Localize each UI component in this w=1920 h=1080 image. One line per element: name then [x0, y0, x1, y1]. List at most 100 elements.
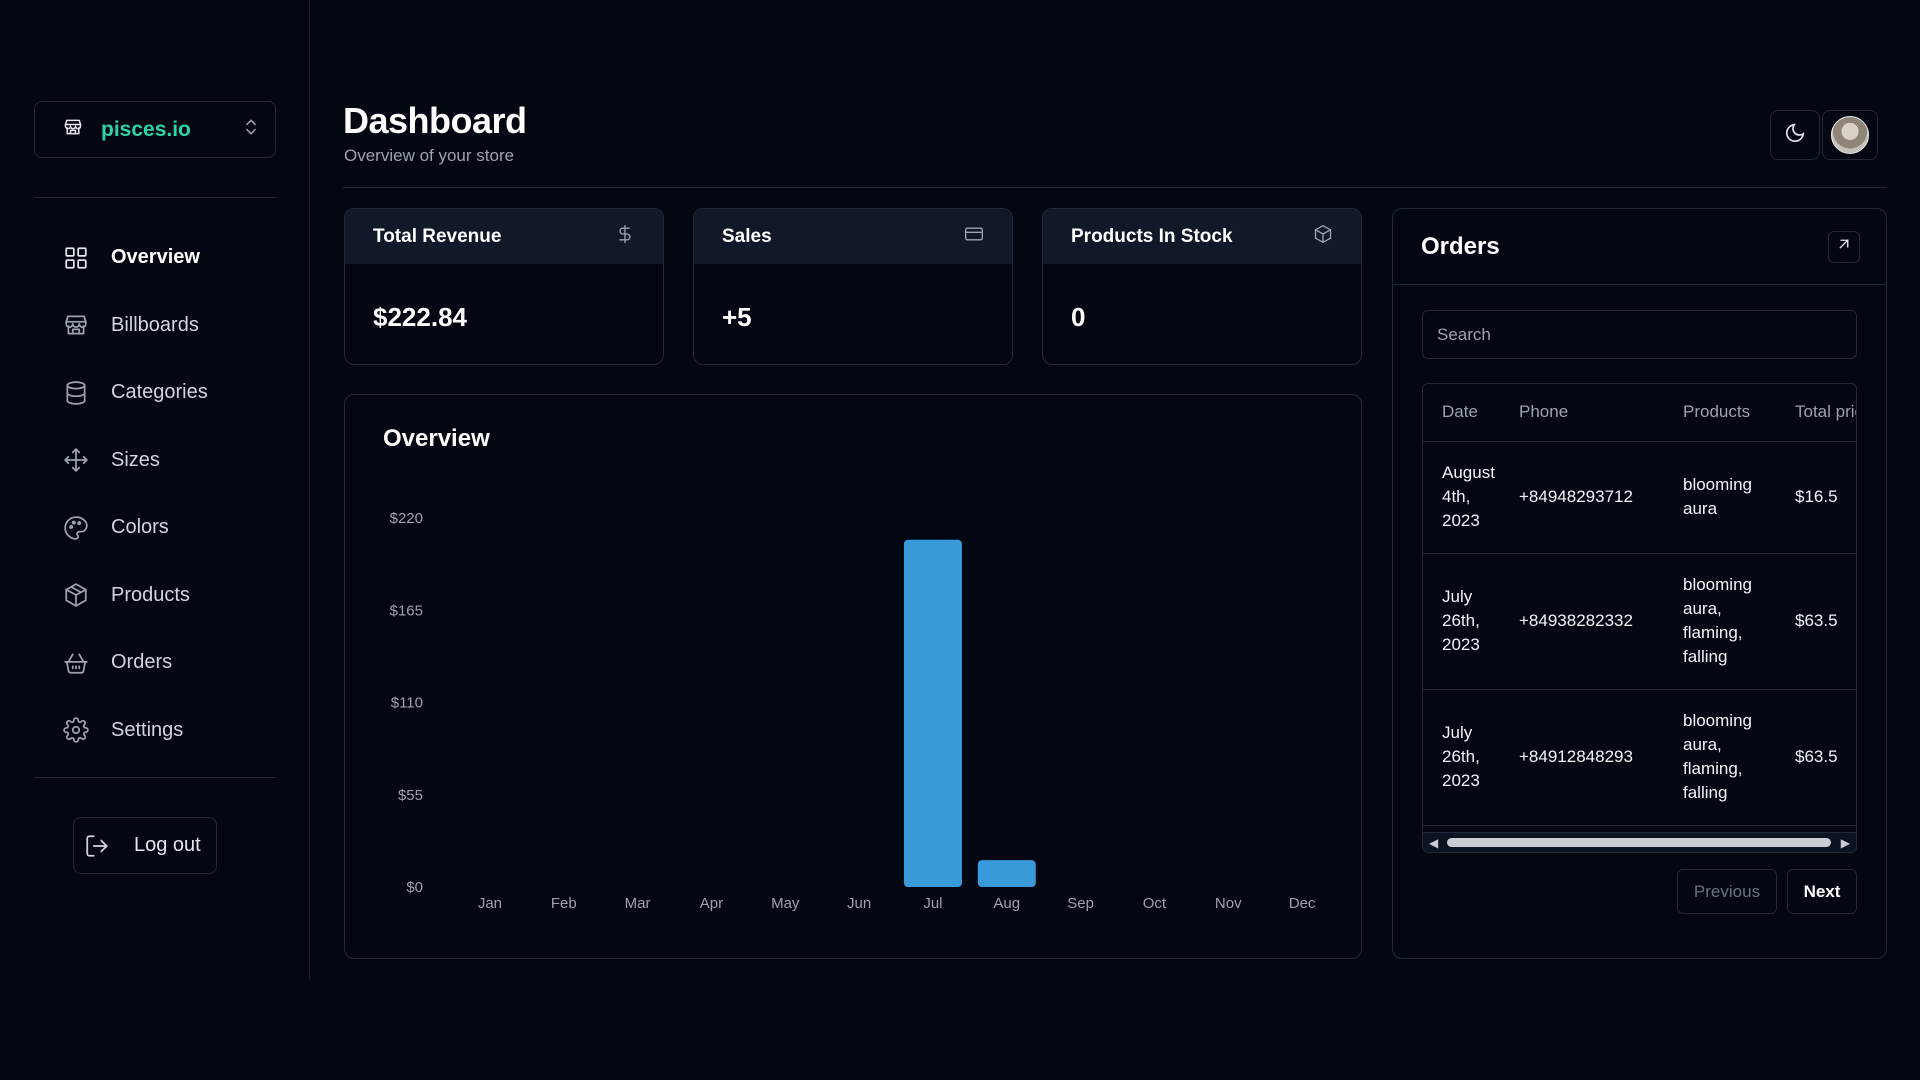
x-tick-label: Jun: [847, 895, 871, 912]
order-total: $63.5: [1776, 689, 1856, 826]
expand-orders-button[interactable]: [1828, 230, 1860, 263]
x-tick-label: Aug: [993, 895, 1020, 912]
horizontal-scrollbar[interactable]: ◀ ▶: [1423, 832, 1856, 852]
page-title: Dashboard: [343, 100, 527, 141]
palette-icon: [63, 515, 89, 541]
logout-label: Log out: [134, 834, 201, 856]
order-total: $63.5: [1776, 553, 1856, 690]
order-products: blooming aura, flaming, falling: [1664, 689, 1776, 826]
store-icon: [63, 117, 83, 142]
package-icon: [1313, 224, 1333, 249]
store-switcher[interactable]: pisces.io: [34, 101, 276, 158]
sidebar-item-sizes[interactable]: Sizes: [34, 427, 276, 495]
page-subtitle: Overview of your store: [344, 146, 515, 165]
scroll-right-icon[interactable]: ▶: [1841, 836, 1850, 850]
stat-value: +5: [722, 302, 752, 332]
theme-toggle-button[interactable]: [1770, 110, 1820, 160]
sidebar-item-products[interactable]: Products: [34, 562, 276, 630]
sidebar-item-label: Sizes: [111, 448, 160, 471]
x-tick-label: Jul: [923, 895, 942, 912]
column-header-phone: Phone: [1500, 384, 1664, 442]
stat-value: 0: [1071, 302, 1086, 332]
total-revenue-card: Total Revenue $222.84: [344, 208, 664, 365]
table-row[interactable]: July 26th, 2023 +84938282332 blooming au…: [1423, 553, 1856, 690]
orders-title: Orders: [1421, 232, 1500, 260]
y-tick-label: $0: [406, 879, 423, 896]
next-page-button[interactable]: Next: [1787, 869, 1857, 914]
order-date: July 26th, 2023: [1423, 689, 1500, 826]
previous-page-button[interactable]: Previous: [1677, 869, 1777, 914]
x-tick-label: Dec: [1289, 895, 1316, 912]
arrow-up-right-icon: [1835, 235, 1853, 258]
scroll-left-icon[interactable]: ◀: [1429, 836, 1438, 850]
x-tick-label: Nov: [1215, 895, 1242, 912]
y-tick-label: $165: [390, 602, 423, 619]
y-tick-label: $110: [391, 695, 423, 712]
logout-button[interactable]: Log out: [73, 817, 217, 874]
sidebar-item-billboards[interactable]: Billboards: [34, 292, 276, 360]
order-phone: +84938282332: [1500, 553, 1664, 690]
sidebar-item-label: Categories: [111, 381, 208, 404]
gear-icon: [63, 717, 89, 744]
dollar-icon: [615, 224, 635, 249]
scrollbar-thumb[interactable]: [1447, 838, 1831, 847]
y-tick-label: $55: [398, 787, 423, 804]
orders-search-input[interactable]: [1422, 310, 1857, 359]
overview-bar-chart: $0 $55 $110 $165 $220 Jan Feb Mar Apr May Jun Jul Au…: [390, 510, 1316, 912]
sidebar-item-label: Overview: [111, 246, 200, 269]
sidebar-item-label: Settings: [111, 718, 184, 741]
order-total: $16.5: [1776, 441, 1856, 554]
order-phone: +84948293712: [1500, 441, 1664, 554]
credit-card-icon: [964, 224, 984, 249]
chevrons-up-down-icon: [243, 117, 259, 142]
chart-bar[interactable]: [903, 539, 962, 887]
x-tick-label: Feb: [551, 895, 577, 912]
table-header-row: Date Phone Products Total price: [1423, 384, 1856, 442]
x-tick-label: May: [771, 895, 800, 912]
sidebar-item-settings[interactable]: Settings: [34, 697, 276, 765]
sidebar-item-overview[interactable]: Overview: [34, 224, 276, 292]
column-header-date: Date: [1423, 384, 1500, 442]
overview-card: Overview $0 $55 $110 $165 $220 Jan Feb Mar Apr Ma…: [344, 394, 1362, 959]
sidebar-nav: Overview Billboards Categories Sizes Col…: [34, 224, 276, 764]
order-products: blooming aura, flaming, falling: [1664, 553, 1776, 690]
sidebar-item-label: Billboards: [111, 313, 199, 336]
sales-card: Sales +5: [693, 208, 1013, 365]
store-icon: [63, 312, 89, 338]
sidebar-item-orders[interactable]: Orders: [34, 629, 276, 697]
order-date: July 26th, 2023: [1423, 553, 1500, 690]
sidebar-item-label: Orders: [111, 651, 173, 674]
sidebar-item-label: Products: [111, 583, 190, 606]
stat-title: Total Revenue: [373, 225, 502, 247]
sidebar-item-categories[interactable]: Categories: [34, 359, 276, 427]
orders-table: Date Phone Products Total price August 4…: [1422, 383, 1857, 853]
move-icon: [63, 447, 89, 473]
column-header-total-price: Total price: [1776, 384, 1856, 442]
chart-bar[interactable]: [977, 860, 1036, 887]
shopping-basket-icon: [63, 650, 89, 676]
products-in-stock-card: Products In Stock 0: [1042, 208, 1362, 365]
sidebar-item-colors[interactable]: Colors: [34, 494, 276, 562]
package-icon: [63, 582, 89, 608]
x-tick-label: Sep: [1067, 895, 1094, 912]
header-divider: [343, 187, 1887, 188]
store-name: pisces.io: [101, 117, 191, 141]
sidebar-divider: [34, 777, 276, 778]
table-row[interactable]: August 4th, 2023 +84948293712 blooming a…: [1423, 441, 1856, 554]
order-date: August 4th, 2023: [1423, 441, 1500, 554]
table-row[interactable]: July 26th, 2023 +84912848293 blooming au…: [1423, 689, 1856, 826]
order-phone: +84912848293: [1500, 689, 1664, 826]
stat-title: Products In Stock: [1071, 225, 1233, 247]
grid-icon: [63, 245, 89, 271]
x-tick-label: Oct: [1143, 895, 1167, 912]
avatar: [1831, 116, 1869, 154]
x-tick-label: Apr: [700, 895, 723, 912]
x-tick-label: Jan: [478, 895, 502, 912]
orders-card: Orders Date Phone Products Total price A…: [1392, 208, 1887, 959]
sidebar: pisces.io Overview Billboards Categories: [0, 0, 310, 980]
x-tick-label: Mar: [625, 895, 651, 912]
user-menu-button[interactable]: [1822, 110, 1878, 160]
sidebar-divider: [34, 197, 276, 198]
database-icon: [63, 380, 89, 406]
order-products: blooming aura: [1664, 441, 1776, 554]
